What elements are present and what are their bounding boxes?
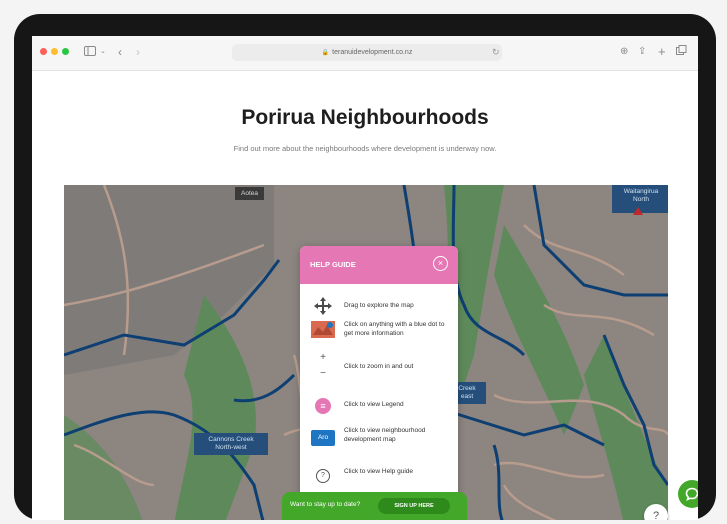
help-glyph: ? bbox=[316, 469, 330, 483]
close-icon[interactable]: × bbox=[433, 256, 448, 271]
legend-icon: ≡ bbox=[310, 396, 336, 414]
tabs-icon[interactable] bbox=[676, 44, 687, 60]
zoom-icon: + − bbox=[310, 350, 336, 382]
help-item-blue-dot: Click on anything with a blue dot to get… bbox=[300, 318, 458, 344]
sign-up-button[interactable]: SIGN UP HERE bbox=[378, 498, 450, 514]
url-text: teranuidevelopment.co.nz bbox=[332, 49, 413, 56]
browser-toolbar: ⌄ ‹ › 🔒 teranuidevelopment.co.nz ↻ ⊕ ⇪ + bbox=[32, 36, 698, 71]
map-label-cannons-line1: Cannons Creek bbox=[208, 436, 254, 443]
map-label-cannons-line2: North-west bbox=[215, 444, 247, 451]
lock-icon: 🔒 bbox=[321, 50, 330, 56]
help-item-text: Click to view Legend bbox=[344, 401, 404, 408]
minimize-window-button[interactable] bbox=[51, 48, 58, 55]
close-window-button[interactable] bbox=[40, 48, 47, 55]
zoom-in-glyph: + bbox=[320, 352, 326, 363]
map-label-creek-line2: east bbox=[460, 393, 474, 400]
share-icon[interactable]: ⇪ bbox=[638, 44, 646, 60]
location-pin-icon[interactable] bbox=[633, 207, 643, 215]
map-label-creek-line1: Creek bbox=[458, 385, 476, 392]
back-icon[interactable]: ‹ bbox=[118, 44, 122, 60]
forward-icon[interactable]: › bbox=[136, 44, 140, 60]
chat-button[interactable] bbox=[678, 480, 698, 508]
zoom-out-glyph: − bbox=[320, 368, 326, 379]
maximize-window-button[interactable] bbox=[62, 48, 69, 55]
map-label-waitangirua-line2: North bbox=[633, 196, 649, 203]
help-item-text: Click to view neighbourhood development … bbox=[344, 427, 426, 443]
map-label-waitangirua-line1: Waitangirua bbox=[623, 188, 659, 195]
help-item-text: Drag to explore the map bbox=[344, 302, 414, 309]
plus-icon[interactable]: + bbox=[658, 44, 666, 60]
help-item-text: Click on anything with a blue dot to get… bbox=[344, 321, 445, 337]
aro-glyph: Aro bbox=[311, 430, 335, 446]
reload-icon[interactable]: ↻ bbox=[492, 44, 500, 61]
sidebar-icon[interactable] bbox=[84, 44, 96, 60]
help-item-legend: ≡ Click to view Legend bbox=[300, 396, 458, 418]
help-item-text: Click to zoom in and out bbox=[344, 363, 414, 370]
newsletter-prompt: Want to stay up to date? bbox=[290, 501, 361, 508]
chat-icon bbox=[685, 487, 698, 501]
address-bar[interactable]: 🔒 teranuidevelopment.co.nz bbox=[232, 44, 502, 61]
download-icon[interactable]: ⊕ bbox=[620, 44, 628, 60]
help-guide-title: HELP GUIDE bbox=[310, 260, 356, 269]
help-item-help: ? Click to view Help guide bbox=[300, 462, 458, 483]
legend-glyph: ≡ bbox=[315, 398, 331, 414]
map-label-cannons-creek-north-west[interactable]: Cannons Creek North-west bbox=[194, 433, 268, 455]
page-subtitle: Find out more about the neighbourhoods w… bbox=[233, 144, 497, 153]
page-title: Porirua Neighbourhoods bbox=[241, 106, 489, 129]
help-item-aro: Aro Click to view neighbourhood developm… bbox=[300, 424, 458, 452]
map-label-aotea[interactable]: Aotea bbox=[235, 187, 264, 200]
help-item-text: Click to view Help guide bbox=[344, 468, 414, 475]
help-guide-panel: HELP GUIDE × Drag to explore the map Cli… bbox=[300, 246, 458, 520]
help-item-drag: Drag to explore the map bbox=[300, 294, 458, 316]
browser-window: ⌄ ‹ › 🔒 teranuidevelopment.co.nz ↻ ⊕ ⇪ + … bbox=[32, 36, 698, 520]
chevron-down-icon[interactable]: ⌄ bbox=[100, 44, 106, 60]
help-guide-header: HELP GUIDE × bbox=[300, 246, 458, 284]
aro-icon: Aro bbox=[310, 426, 336, 446]
tablet-frame: ⌄ ‹ › 🔒 teranuidevelopment.co.nz ↻ ⊕ ⇪ + … bbox=[14, 14, 716, 520]
blue-dot-icon bbox=[310, 318, 336, 345]
help-icon: ? bbox=[310, 464, 336, 483]
help-item-zoom: + − Click to zoom in and out bbox=[300, 348, 458, 386]
newsletter-bar: Want to stay up to date? SIGN UP HERE bbox=[282, 492, 467, 520]
